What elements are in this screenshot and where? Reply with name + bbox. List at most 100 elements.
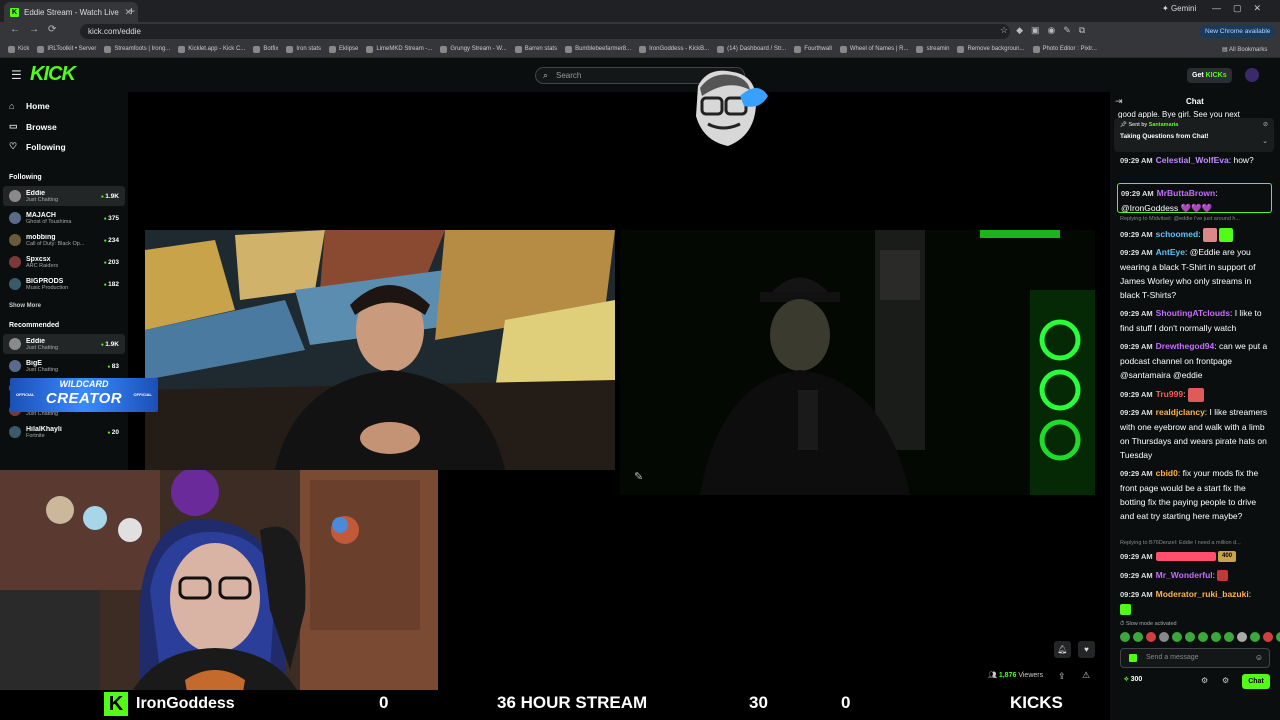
chat-username[interactable]: schoomed [1156, 229, 1199, 239]
emote-icon[interactable] [1185, 632, 1195, 642]
sidebar-channel-following[interactable]: BIGPRODSMusic Production 182 [3, 274, 125, 294]
chat-message[interactable]: 09:29 AM cbid0: fix your mods fix the fro… [1120, 466, 1272, 536]
bookmark-favicon-icon [639, 45, 647, 53]
bookmark-item[interactable]: streamin [916, 45, 949, 53]
emote-icon[interactable] [1159, 632, 1169, 642]
sidebar-nav-following[interactable]: ♡ Following [9, 141, 66, 152]
chat-username[interactable]: Moderator_ruki_bazuki [1156, 589, 1249, 599]
sidebar-nav-browse[interactable]: ▭ Browse [9, 121, 57, 132]
chat-username[interactable]: Mr_Wonderful [1156, 570, 1213, 580]
chat-username[interactable]: AntEye [1156, 247, 1185, 257]
mod-tools-icon[interactable]: ⚙ [1222, 676, 1229, 685]
channel-points[interactable]: ⟡ 300 [1124, 676, 1142, 684]
bookmark-label: Grungy Stream - W... [450, 46, 507, 52]
emote-icon[interactable] [1237, 632, 1247, 642]
chat-message[interactable]: 09:29 AM 400 [1120, 549, 1272, 563]
bookmark-item[interactable]: Kicklet.app - Kick C... [178, 45, 245, 53]
kick-logo[interactable]: KICK [30, 63, 76, 86]
heart-icon: ♥ [1084, 645, 1089, 654]
bookmark-item[interactable]: Barren stats [514, 45, 557, 53]
emoji-icon[interactable]: ☺ [1255, 649, 1263, 667]
sidebar-channel-following[interactable]: mobbingCall of Duty: Black Op... 234 [3, 230, 125, 250]
window-controls[interactable]: —▢✕ [1212, 3, 1273, 14]
bookmark-item[interactable]: IRLToolkit • Server [37, 45, 96, 53]
chat-message[interactable]: 09:29 AM schoomed: [1120, 227, 1272, 242]
send-chat-button[interactable]: Chat [1242, 674, 1270, 689]
chat-username[interactable]: ShoutingATclouds [1156, 308, 1230, 318]
pinned-message[interactable]: 📌︎ Sent by Santamaria Taking Questions f… [1114, 118, 1274, 152]
kick-badge-icon [1129, 654, 1137, 662]
chat-username[interactable]: cbid0 [1156, 468, 1178, 478]
emote-icon[interactable] [1250, 632, 1260, 642]
gemini-button[interactable]: ✦ Gemini [1162, 4, 1196, 13]
emote-icon[interactable] [1211, 632, 1221, 642]
bookmark-item[interactable]: Streamfoots | Irong... [104, 45, 170, 53]
emote-icon[interactable] [1133, 632, 1143, 642]
emote-icon[interactable] [1120, 632, 1130, 642]
bookmark-item[interactable]: Eklipse [329, 45, 358, 53]
chat-message[interactable]: 09:29 AM Celestial_WolfEva: how? [1120, 153, 1272, 181]
sidebar-channel-recommended[interactable]: EddieJust Chatting 1.9K [3, 334, 125, 354]
chat-message[interactable]: 09:29 AM ShoutingATclouds: I like to find… [1120, 306, 1272, 334]
unpin-icon[interactable]: ⊘ [1263, 121, 1268, 128]
sidebar-channel-recommended[interactable]: BigEJust Chatting 83 [3, 356, 125, 376]
emote-row[interactable] [1120, 632, 1280, 642]
chat-message[interactable]: 09:29 AM realdjclancy: I like streamers w… [1120, 405, 1272, 461]
extension-icons[interactable]: ☆◆▣◉✎⧉ [1000, 25, 1093, 36]
sidebar-channel-following[interactable]: MAJACHGhost of Tsushima 375 [3, 208, 125, 228]
menu-icon[interactable]: ☰ [11, 68, 22, 82]
chat-username[interactable]: MrButtaBrown [1157, 188, 1216, 198]
chat-message[interactable]: 09:29 AM Mr_Wonderful: [1120, 568, 1272, 582]
collapse-chat-icon[interactable]: ⇥ [1115, 96, 1123, 107]
chevron-down-icon[interactable]: ⌄ [1262, 137, 1268, 145]
sidebar-nav-home[interactable]: ⌂ Home [9, 101, 50, 111]
bookmark-item[interactable]: Grungy Stream - W... [440, 45, 507, 53]
bookmark-item[interactable]: Fourthwall [794, 45, 832, 53]
all-bookmarks-button[interactable]: ▤ All Bookmarks [1222, 46, 1267, 53]
chat-message[interactable]: 09:29 AM Drewthegod94: can we put a podca… [1120, 339, 1272, 381]
emote-icon[interactable] [1276, 632, 1280, 642]
emote-icon[interactable] [1224, 632, 1234, 642]
sidebar-channel-recommended[interactable]: HilalKhayliFortnite 20 [3, 422, 125, 442]
reply-context: Replying to Midvitsel: @eddie i've just … [1120, 216, 1241, 222]
chat-username[interactable]: Drewthegod94 [1156, 341, 1215, 351]
url-input[interactable]: kick.com/eddie [80, 24, 1010, 39]
show-more-button[interactable]: Show More [9, 303, 41, 309]
emote-icon[interactable] [1263, 632, 1273, 642]
badge-400-icon: 400 [1218, 551, 1237, 563]
chat-message[interactable]: 09:29 AM Tru999: [1120, 387, 1272, 402]
browser-tab[interactable]: K Eddie Stream - Watch Live ✕ [4, 2, 138, 22]
follow-heart-button[interactable]: ♥ [1078, 641, 1095, 658]
bookmark-item[interactable]: (14) Dashboard / Str... [717, 45, 786, 53]
gear-icon[interactable]: ⚙ [1201, 676, 1208, 685]
emote-icon[interactable] [1198, 632, 1208, 642]
chat-username[interactable]: Tru999 [1156, 389, 1183, 399]
bookmark-item[interactable]: Photo Editor : Pixlr... [1032, 45, 1097, 53]
sidebar-channel-following[interactable]: EddieJust Chatting 1.9K [3, 186, 125, 206]
new-chrome-button[interactable]: New Chrome available [1200, 25, 1276, 38]
chat-username[interactable]: realdjclancy [1156, 407, 1205, 417]
new-tab-icon[interactable]: + [128, 4, 135, 18]
chat-username[interactable]: Celestial_WolfEva [1156, 155, 1229, 165]
chat-message[interactable]: 09:29 AM Moderator_ruki_bazuki: [1120, 587, 1272, 616]
bookmark-item[interactable]: Remove backgroun... [957, 45, 1025, 53]
bookmark-item[interactable]: IronGoddess - KickB... [639, 45, 709, 53]
share-icon[interactable]: ⇪ [1058, 671, 1066, 682]
chat-message[interactable]: 09:29 AM AntEye: @Eddie are you wearing a… [1120, 245, 1272, 303]
sidebar-channel-following[interactable]: SpxcsxARC Raiders 203 [3, 252, 125, 272]
nav-buttons[interactable]: ←→⟳ [10, 24, 65, 35]
report-icon[interactable]: ⚠ [1082, 670, 1090, 681]
bookmark-item[interactable]: Iron stats [286, 45, 321, 53]
emote-icon[interactable] [1172, 632, 1182, 642]
bookmark-item[interactable]: LimeMKD Stream -... [366, 45, 432, 53]
bookmark-item[interactable]: Kick [8, 45, 29, 53]
bookmark-item[interactable]: Wheel of Names | R... [839, 45, 908, 53]
bookmark-item[interactable]: Bumblebeefarmer8... [565, 45, 631, 53]
notification-bell-button[interactable]: 🔔︎ [1054, 641, 1071, 658]
bookmark-item[interactable]: Botfix [253, 45, 278, 53]
chat-input[interactable]: Send a message ☺ [1120, 648, 1270, 668]
chat-message[interactable]: 09:29 AM MrButtaBrown: @IronGoddess 💜💜💜 [1117, 183, 1272, 213]
emote-icon[interactable] [1146, 632, 1156, 642]
get-kicks-button[interactable]: Get KICKs [1187, 68, 1232, 83]
profile-avatar[interactable] [1245, 68, 1259, 82]
